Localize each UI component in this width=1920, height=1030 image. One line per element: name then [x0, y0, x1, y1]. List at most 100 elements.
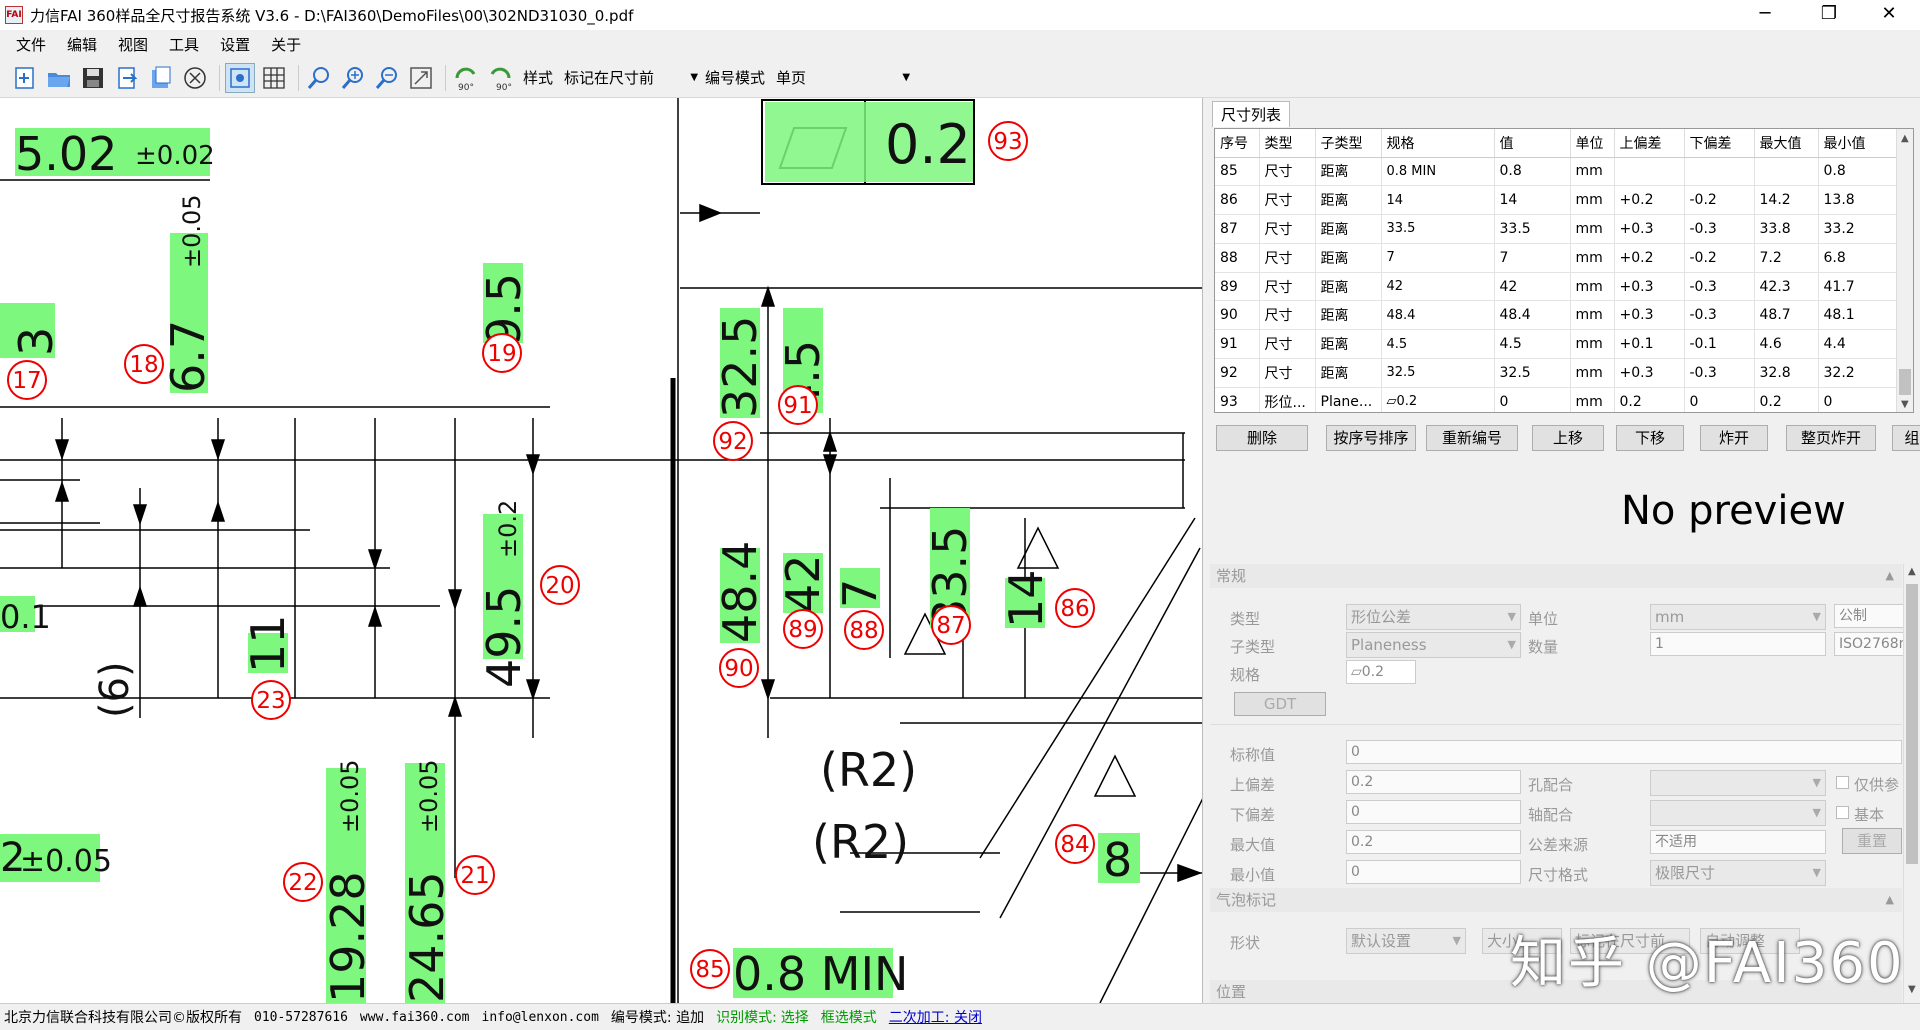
dim-0-8-min[interactable]: 0.8 MIN: [733, 947, 908, 1001]
delete-button[interactable]: 删除: [1216, 425, 1308, 451]
table-row[interactable]: 86 尺寸 距离 14 14 mm +0.2 -0.2 14.2 13.8: [1215, 185, 1899, 216]
dim-5-02[interactable]: 5.02: [15, 127, 117, 181]
move-down-button[interactable]: 下移: [1616, 425, 1684, 451]
type-select[interactable]: 形位公差 ▼: [1346, 604, 1521, 630]
reset-button[interactable]: 重置: [1842, 828, 1902, 854]
table-row[interactable]: 88 尺寸 距离 7 7 mm +0.2 -0.2 7.2 6.8: [1215, 243, 1899, 273]
menu-edit[interactable]: 编辑: [67, 34, 97, 55]
zoom-out-icon[interactable]: [372, 63, 402, 93]
tab-dimension-list[interactable]: 尺寸列表: [1212, 101, 1291, 127]
col-value[interactable]: 值: [1494, 129, 1571, 158]
minimize-button[interactable]: ─: [1742, 0, 1788, 30]
dim-11[interactable]: 11: [241, 614, 295, 673]
numbering-select[interactable]: 单页 ▼: [773, 65, 913, 91]
sort-by-index-button[interactable]: 按序号排序: [1326, 425, 1416, 451]
zoom-in-icon[interactable]: [338, 63, 368, 93]
dim-48-4[interactable]: 48.4: [713, 541, 767, 643]
table-row[interactable]: 90 尺寸 距离 48.4 48.4 mm +0.3 -0.3 48.7 48.1: [1215, 300, 1899, 331]
explode-page-button[interactable]: 整页炸开: [1786, 425, 1876, 451]
dim-6-7[interactable]: 6.7: [161, 320, 215, 393]
col-min[interactable]: 最小值: [1818, 129, 1899, 158]
grid-icon[interactable]: [259, 63, 289, 93]
table-row[interactable]: 87 尺寸 距离 33.5 33.5 mm +0.3 -0.3 33.8 33.2: [1215, 214, 1899, 244]
table-row[interactable]: 89 尺寸 距离 42 42 mm +0.3 -0.3 42.3 41.7: [1215, 272, 1899, 302]
dimension-table[interactable]: 序号 类型 子类型 规格 值 单位 上偏差 下偏差 最大值 最小值 85 尺寸 距离…: [1214, 128, 1914, 413]
dim-42[interactable]: 42: [776, 554, 830, 613]
col-spec[interactable]: 规格: [1381, 129, 1495, 158]
menu-tools[interactable]: 工具: [169, 34, 199, 55]
move-up-button[interactable]: 上移: [1532, 425, 1604, 451]
nominal-field[interactable]: 0: [1346, 740, 1902, 764]
section-general[interactable]: 常规 ▲: [1210, 564, 1902, 588]
style-select[interactable]: 标记在尺寸前 ▼: [561, 65, 701, 91]
table-row[interactable]: 93 形位... Plane... ▱0.2 0 mm 0.2 0 0.2 0: [1215, 387, 1899, 412]
status-frame-mode[interactable]: 框选模式: [821, 1007, 877, 1027]
dim-14[interactable]: 14: [999, 569, 1053, 628]
open-folder-icon[interactable]: [44, 63, 74, 93]
gdt-button[interactable]: GDT: [1234, 692, 1326, 716]
min-field[interactable]: 0: [1346, 860, 1521, 884]
standard-field[interactable]: ISO2768m: [1834, 632, 1904, 656]
report-icon[interactable]: [146, 63, 176, 93]
table-row[interactable]: 85 尺寸 距离 0.8 MIN 0.8 mm 0.8: [1215, 157, 1899, 187]
col-max[interactable]: 最大值: [1754, 129, 1819, 158]
subtype-select[interactable]: Planeness ▼: [1346, 632, 1521, 658]
dim-format-select[interactable]: 极限尺寸 ▼: [1650, 860, 1826, 886]
dim-7[interactable]: 7: [833, 579, 887, 608]
hole-fit-select[interactable]: ▼: [1650, 770, 1826, 796]
menu-settings[interactable]: 设置: [220, 34, 250, 55]
fit-page-icon[interactable]: [406, 63, 436, 93]
scroll-thumb[interactable]: [1899, 369, 1911, 395]
close-button[interactable]: ✕: [1866, 0, 1912, 30]
dim-0-1[interactable]: 0.1: [0, 598, 51, 636]
upper-field[interactable]: 0.2: [1346, 770, 1521, 794]
dim-24-65[interactable]: 24.65: [400, 871, 454, 1003]
scroll-down-icon[interactable]: ▼: [1908, 984, 1916, 995]
rotate-left-icon[interactable]: 90°: [451, 63, 481, 93]
menu-file[interactable]: 文件: [16, 34, 46, 55]
collapse-icon[interactable]: ▲: [1886, 888, 1894, 912]
menu-view[interactable]: 视图: [118, 34, 148, 55]
select-target-icon[interactable]: [225, 62, 255, 93]
table-row[interactable]: 92 尺寸 距离 32.5 32.5 mm +0.3 -0.3 32.8 32.2: [1215, 358, 1899, 388]
explode-button[interactable]: 炸开: [1700, 425, 1768, 451]
status-recog-value[interactable]: 选择: [781, 1007, 809, 1027]
dim-19-28[interactable]: 19.28: [321, 871, 375, 1003]
dim-49-5[interactable]: 49.5: [477, 586, 531, 688]
rotate-right-icon[interactable]: 90°: [485, 63, 515, 93]
export-icon[interactable]: [112, 63, 142, 93]
dim-32-5[interactable]: 32.5: [713, 316, 767, 418]
renumber-button[interactable]: 重新编号: [1426, 425, 1518, 451]
menu-about[interactable]: 关于: [271, 34, 301, 55]
zoom-fit-icon[interactable]: [304, 63, 334, 93]
spec-field[interactable]: ▱0.2: [1346, 660, 1416, 684]
col-lower[interactable]: 下偏差: [1684, 129, 1755, 158]
collapse-icon[interactable]: ▲: [1886, 564, 1894, 588]
restore-button[interactable]: ❐: [1806, 0, 1852, 30]
unit-select[interactable]: mm ▼: [1650, 604, 1826, 630]
col-subtype[interactable]: 子类型: [1315, 129, 1382, 158]
drawing-canvas[interactable]: 5.02 ±0.02 6.7 ±0.05 9.5 32.5 4.5 49.5 ±…: [0, 98, 1203, 1003]
gdt-tolerance-value[interactable]: 0.2: [885, 113, 971, 176]
group-button[interactable]: 组: [1892, 425, 1920, 451]
col-unit[interactable]: 单位: [1570, 129, 1615, 158]
unit-system-field[interactable]: 公制: [1834, 604, 1904, 628]
panel-scrollbar[interactable]: ▲ ▼: [1903, 564, 1920, 1003]
table-row[interactable]: 91 尺寸 距离 4.5 4.5 mm +0.1 -0.1 4.6 4.4: [1215, 329, 1899, 360]
dim-3[interactable]: 3: [9, 327, 63, 356]
col-upper[interactable]: 上偏差: [1614, 129, 1685, 158]
scroll-up-icon[interactable]: ▲: [1908, 566, 1916, 577]
scroll-thumb[interactable]: [1906, 584, 1918, 864]
status-secondary-process[interactable]: 二次加工: 关闭: [889, 1007, 982, 1027]
scroll-up-icon[interactable]: ▲: [1901, 133, 1909, 144]
table-scrollbar[interactable]: ▲ ▼: [1896, 129, 1913, 412]
basic-checkbox[interactable]: [1836, 806, 1849, 819]
tolerance-source-field[interactable]: 不适用: [1650, 830, 1826, 854]
max-field[interactable]: 0.2: [1346, 830, 1521, 854]
dim-8[interactable]: 8: [1103, 833, 1132, 887]
new-file-icon[interactable]: [10, 63, 40, 93]
col-type[interactable]: 类型: [1259, 129, 1316, 158]
col-index[interactable]: 序号: [1215, 129, 1260, 158]
shaft-fit-select[interactable]: ▼: [1650, 800, 1826, 826]
only-reference-checkbox[interactable]: [1836, 776, 1849, 789]
